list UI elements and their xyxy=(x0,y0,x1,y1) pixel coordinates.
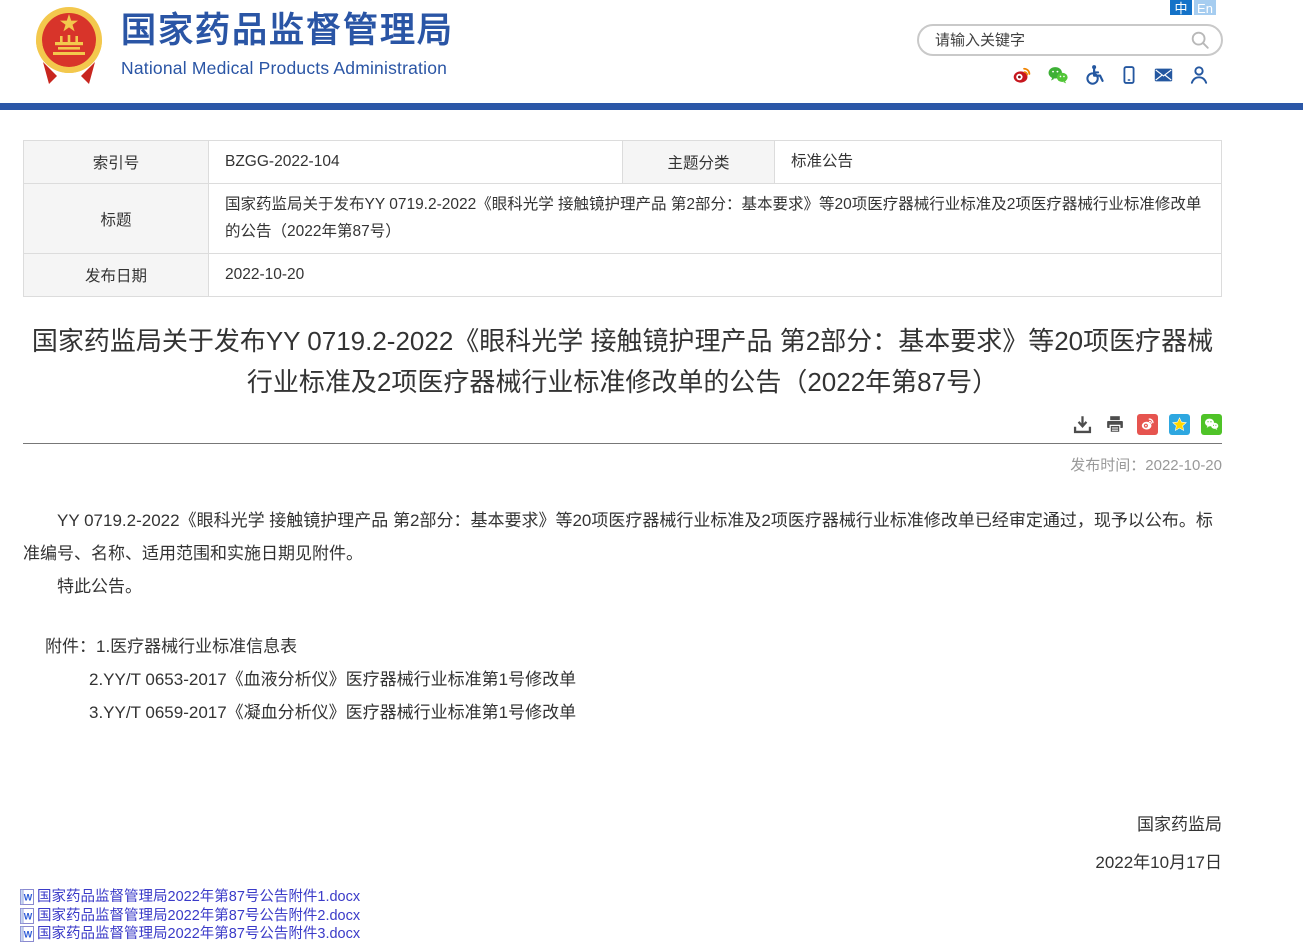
index-number-value: BZGG-2022-104 xyxy=(209,141,623,184)
search-icon[interactable] xyxy=(1189,29,1211,51)
table-row: 发布日期 2022-10-20 xyxy=(24,254,1222,297)
signature-org: 国家药监局 xyxy=(23,815,1222,835)
attachment-line-1: 附件：1.医疗器械行业标准信息表 xyxy=(23,631,1222,664)
document-info-table: 索引号 BZGG-2022-104 主题分类 标准公告 标题 国家药监局关于发布… xyxy=(23,140,1222,297)
attachment-line-2: 2.YY/T 0653-2017《血液分析仪》医疗器械行业标准第1号修改单 xyxy=(23,664,1222,697)
article-paragraph: 特此公告。 xyxy=(23,570,1222,603)
word-doc-icon: W xyxy=(20,926,34,942)
qzone-star-icon xyxy=(1171,416,1188,433)
lang-zh-button[interactable]: 中 xyxy=(1170,0,1192,15)
article-action-toolbar xyxy=(23,414,1222,444)
attachment-file-link-2[interactable]: W 国家药品监督管理局2022年第87号公告附件2.docx xyxy=(20,907,360,926)
brand-title-en: National Medical Products Administration xyxy=(121,58,454,79)
print-icon[interactable] xyxy=(1104,414,1126,435)
signature-block: 国家药监局 2022年10月17日 xyxy=(23,815,1222,873)
share-weibo-button[interactable] xyxy=(1137,414,1158,435)
topic-category-label: 主题分类 xyxy=(623,141,775,184)
weibo-share-icon xyxy=(1139,416,1156,432)
header-quick-icons xyxy=(1010,63,1210,86)
svg-text:W: W xyxy=(24,893,33,903)
publish-time-text: 发布时间：2022-10-20 xyxy=(23,454,1222,475)
title-label: 标题 xyxy=(24,184,209,254)
weibo-icon[interactable] xyxy=(1010,64,1033,86)
table-row: 索引号 BZGG-2022-104 主题分类 标准公告 xyxy=(24,141,1222,184)
file-link-label: 国家药品监督管理局2022年第87号公告附件2.docx xyxy=(37,907,360,926)
word-doc-icon: W xyxy=(20,908,34,924)
table-row: 标题 国家药监局关于发布YY 0719.2-2022《眼科光学 接触镜护理产品 … xyxy=(24,184,1222,254)
user-icon[interactable] xyxy=(1188,64,1210,86)
share-qzone-button[interactable] xyxy=(1169,414,1190,435)
brand-text: 国家药品监督管理局 National Medical Products Admi… xyxy=(121,4,454,79)
publish-date-value: 2022-10-20 xyxy=(209,254,1222,297)
national-emblem-logo xyxy=(35,4,103,88)
file-link-label: 国家药品监督管理局2022年第87号公告附件3.docx xyxy=(37,925,360,944)
lang-en-button[interactable]: En xyxy=(1194,0,1216,15)
file-link-label: 国家药品监督管理局2022年第87号公告附件1.docx xyxy=(37,888,360,907)
page-title: 国家药监局关于发布YY 0719.2-2022《眼科光学 接触镜护理产品 第2部… xyxy=(23,321,1222,402)
article-body: YY 0719.2-2022《眼科光学 接触镜护理产品 第2部分：基本要求》等2… xyxy=(23,504,1222,603)
svg-text:W: W xyxy=(24,930,33,940)
brand-title-cn: 国家药品监督管理局 xyxy=(121,12,454,51)
word-doc-icon: W xyxy=(20,889,34,905)
attachment-line-3: 3.YY/T 0659-2017《凝血分析仪》医疗器械行业标准第1号修改单 xyxy=(23,697,1222,730)
download-icon[interactable] xyxy=(1072,414,1093,435)
publish-date-label: 发布日期 xyxy=(24,254,209,297)
svg-text:W: W xyxy=(24,911,33,921)
main-content: 索引号 BZGG-2022-104 主题分类 标准公告 标题 国家药监局关于发布… xyxy=(23,140,1222,944)
mail-icon[interactable] xyxy=(1152,64,1175,86)
site-header: 国家药品监督管理局 National Medical Products Admi… xyxy=(0,0,1303,103)
share-wechat-button[interactable] xyxy=(1201,414,1222,435)
mobile-icon[interactable] xyxy=(1119,64,1139,86)
accessibility-icon[interactable] xyxy=(1083,63,1106,86)
attachment-file-links: W 国家药品监督管理局2022年第87号公告附件1.docx W 国家药品监督管… xyxy=(20,888,1222,944)
wechat-icon[interactable] xyxy=(1046,64,1070,86)
search-bar[interactable] xyxy=(917,24,1223,56)
site-brand[interactable]: 国家药品监督管理局 National Medical Products Admi… xyxy=(35,4,454,88)
index-number-label: 索引号 xyxy=(24,141,209,184)
attachment-file-link-3[interactable]: W 国家药品监督管理局2022年第87号公告附件3.docx xyxy=(20,925,360,944)
title-value: 国家药监局关于发布YY 0719.2-2022《眼科光学 接触镜护理产品 第2部… xyxy=(209,184,1222,254)
language-toggle: 中En xyxy=(1170,0,1216,15)
wechat-share-icon xyxy=(1203,416,1220,432)
attachment-list: 附件：1.医疗器械行业标准信息表 2.YY/T 0653-2017《血液分析仪》… xyxy=(23,631,1222,729)
topic-category-value: 标准公告 xyxy=(775,141,1222,184)
attachment-file-link-1[interactable]: W 国家药品监督管理局2022年第87号公告附件1.docx xyxy=(20,888,360,907)
search-input[interactable] xyxy=(935,32,1189,49)
signature-date: 2022年10月17日 xyxy=(23,853,1222,873)
header-divider-bar xyxy=(0,103,1303,110)
article-paragraph: YY 0719.2-2022《眼科光学 接触镜护理产品 第2部分：基本要求》等2… xyxy=(23,504,1222,570)
